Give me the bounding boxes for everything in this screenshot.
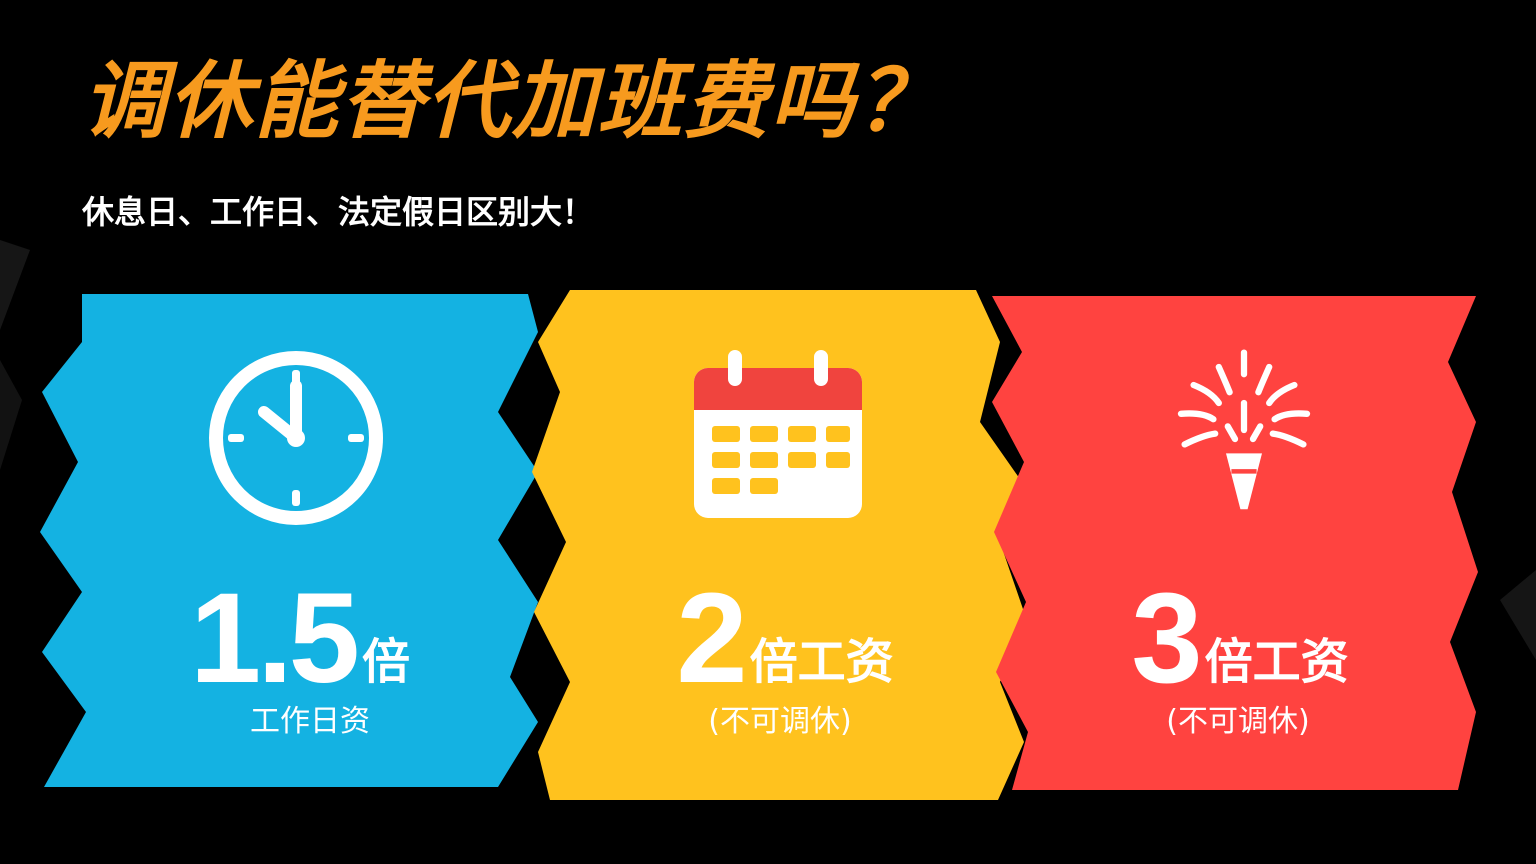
holiday-card: 3 倍工资 (不可调休)	[988, 282, 1488, 800]
clock-icon	[209, 351, 383, 525]
weekday-unit: 倍	[361, 634, 410, 690]
calendar-icon	[694, 350, 862, 518]
holiday-rate: 3 倍工资	[988, 574, 1488, 704]
weekday-multiplier: 1.5	[190, 567, 360, 710]
holiday-note: (不可调休)	[1166, 704, 1310, 739]
weekday-rate: 1.5 倍	[38, 574, 538, 704]
holiday-unit: 倍工资	[1204, 634, 1349, 690]
weekday-card: 1.5 倍 工作日资	[38, 282, 538, 800]
restday-rate: 2 倍工资	[530, 574, 1030, 704]
page-title: 调休能替代加班费吗？	[82, 52, 943, 150]
restday-card: 2 倍工资 (不可调休)	[530, 282, 1030, 800]
restday-multiplier: 2	[676, 567, 747, 710]
weekday-note: 工作日资	[250, 704, 370, 739]
holiday-multiplier: 3	[1131, 567, 1202, 710]
poster: 调休能替代加班费吗？ 休息日、工作日、法定假日区别大！ 1.5 倍 工作日资 2…	[0, 0, 1536, 864]
restday-note: (不可调休)	[708, 704, 852, 739]
page-subtitle: 休息日、工作日、法定假日区别大！	[82, 193, 595, 231]
restday-unit: 倍工资	[749, 634, 894, 690]
firework-icon	[1177, 349, 1311, 510]
